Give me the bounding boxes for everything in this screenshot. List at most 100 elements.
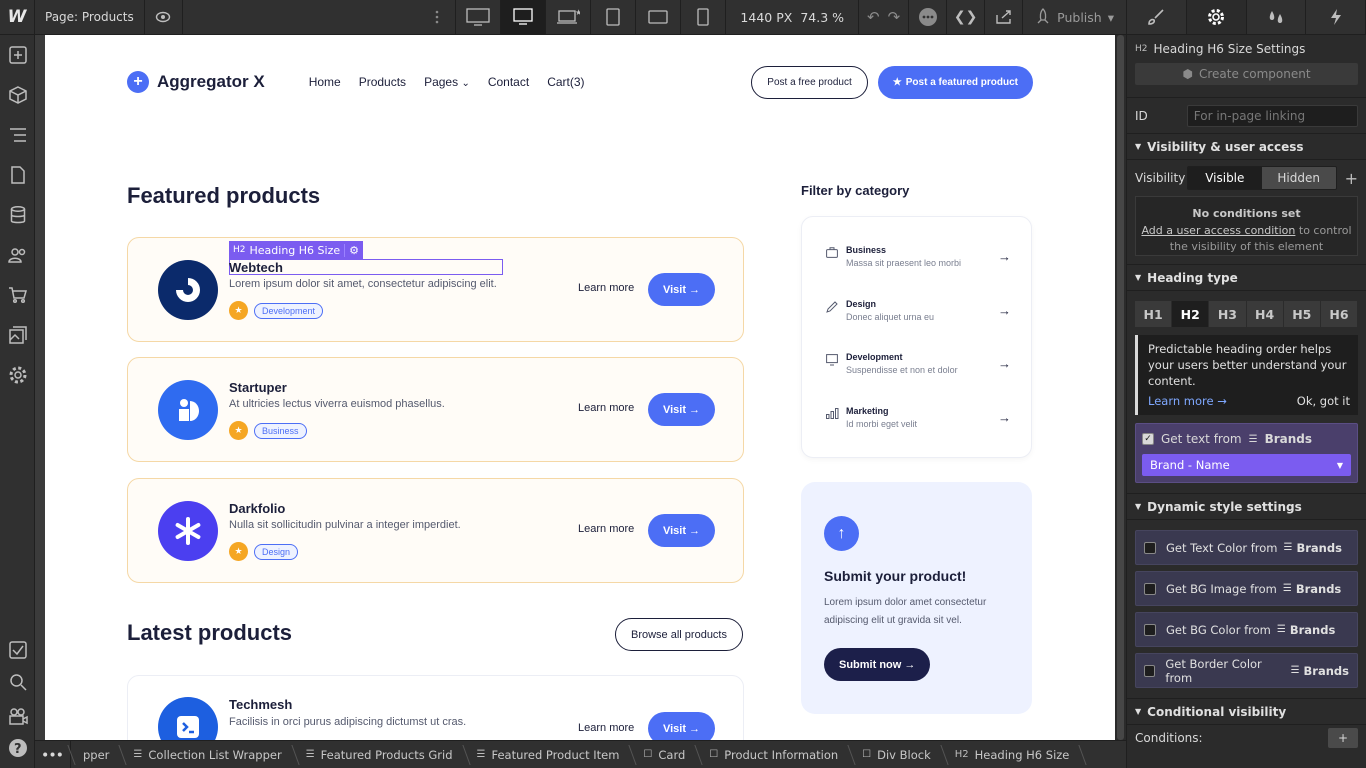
desktop-icon[interactable] bbox=[500, 0, 546, 35]
heading-h3[interactable]: H3 bbox=[1209, 301, 1247, 327]
extensions-icon[interactable] bbox=[908, 0, 946, 35]
featured-card[interactable]: H2 Heading H6 Size ⚙ Webtech Lorem ipsum… bbox=[127, 237, 744, 342]
heading-h4[interactable]: H4 bbox=[1246, 301, 1284, 327]
learn-more-link[interactable]: Learn more bbox=[578, 402, 634, 414]
canvas-scrollbar[interactable] bbox=[1115, 35, 1126, 740]
webflow-logo[interactable]: W bbox=[0, 0, 35, 35]
learn-more-link[interactable]: Learn more bbox=[578, 282, 634, 294]
help-icon[interactable]: ? bbox=[0, 728, 35, 768]
heading-h2[interactable]: H2 bbox=[1172, 301, 1210, 327]
breadcrumb-item[interactable]: ☰ Featured Product Item bbox=[465, 741, 632, 768]
add-condition-plus-icon[interactable]: + bbox=[1328, 728, 1358, 748]
category-item-development[interactable]: Development Suspendisse et non et dolor … bbox=[826, 352, 1011, 392]
category-item-marketing[interactable]: Marketing Id morbi eget velit → bbox=[826, 406, 1011, 446]
nav-products[interactable]: Products bbox=[359, 75, 406, 89]
visibility-section-header[interactable]: ▼ Visibility & user access bbox=[1127, 133, 1366, 160]
site-brand[interactable]: + Aggregator X bbox=[127, 71, 265, 93]
checkbox[interactable] bbox=[1144, 623, 1156, 636]
preview-eye-icon[interactable] bbox=[145, 0, 183, 35]
components-icon[interactable] bbox=[0, 75, 35, 115]
featured-card[interactable]: Darkfolio Nulla sit sollicitudin pulvina… bbox=[127, 478, 744, 583]
conditional-visibility-section-header[interactable]: ▼ Conditional visibility bbox=[1127, 698, 1366, 725]
publish-button[interactable]: Publish ▾ bbox=[1022, 0, 1126, 35]
breadcrumb-item[interactable]: ☐ Product Information bbox=[697, 741, 850, 768]
heading-h1[interactable]: H1 bbox=[1135, 301, 1173, 327]
undo-icon[interactable]: ↶ bbox=[867, 8, 880, 26]
cms-icon[interactable] bbox=[0, 195, 35, 235]
breadcrumb-item[interactable]: ☐ Card bbox=[631, 741, 697, 768]
visit-button[interactable]: Visit → bbox=[648, 514, 715, 547]
browse-all-button[interactable]: Browse all products bbox=[615, 618, 743, 651]
checkbox[interactable] bbox=[1144, 541, 1156, 554]
checkbox[interactable] bbox=[1144, 582, 1156, 595]
users-icon[interactable] bbox=[0, 235, 35, 275]
checkbox[interactable] bbox=[1144, 664, 1156, 677]
get-text-checkbox[interactable]: ✓ bbox=[1142, 433, 1154, 445]
settings-gear-icon[interactable] bbox=[0, 355, 35, 395]
card-title[interactable]: Webtech bbox=[229, 260, 283, 275]
breadcrumb-item[interactable]: H2 Heading H6 Size bbox=[943, 741, 1082, 768]
visible-option[interactable]: Visible bbox=[1187, 167, 1262, 189]
learn-more-link[interactable]: Learn more → bbox=[1148, 393, 1227, 409]
card-title[interactable]: Startuper bbox=[229, 380, 287, 395]
selection-label[interactable]: H2 Heading H6 Size ⚙ bbox=[229, 241, 363, 259]
visit-button[interactable]: Visit → bbox=[648, 273, 715, 306]
assets-icon[interactable] bbox=[0, 315, 35, 355]
nav-cart[interactable]: Cart(3) bbox=[547, 75, 584, 89]
desktop-large-icon[interactable] bbox=[455, 0, 500, 35]
page-selector[interactable]: Page: Products bbox=[35, 0, 145, 35]
id-input[interactable]: For in-page linking bbox=[1186, 104, 1358, 127]
gear-icon[interactable]: ⚙ bbox=[344, 243, 359, 257]
heading-h5[interactable]: H5 bbox=[1283, 301, 1321, 327]
add-condition-link[interactable]: Add a user access condition bbox=[1141, 224, 1295, 237]
redo-icon[interactable]: ↷ bbox=[888, 8, 901, 26]
breadcrumb-item[interactable]: pper bbox=[71, 741, 121, 768]
add-panel-icon[interactable] bbox=[0, 35, 35, 75]
category-tag[interactable]: Development bbox=[254, 302, 324, 319]
nav-home[interactable]: Home bbox=[309, 75, 341, 89]
hidden-option[interactable]: Hidden bbox=[1261, 167, 1336, 189]
dynamic-bg-image-row[interactable]: Get BG Image from ☰ Brands bbox=[1135, 571, 1358, 606]
settings-gear-icon[interactable] bbox=[1186, 0, 1247, 34]
card-title[interactable]: Darkfolio bbox=[229, 501, 285, 516]
style-manager-drops-icon[interactable] bbox=[1247, 0, 1307, 34]
interactions-bolt-icon[interactable] bbox=[1306, 0, 1366, 34]
dynamic-bg-color-row[interactable]: Get BG Color from ☰ Brands bbox=[1135, 612, 1358, 647]
tablet-icon[interactable] bbox=[590, 0, 635, 35]
style-brush-icon[interactable] bbox=[1127, 0, 1187, 34]
export-icon[interactable] bbox=[984, 0, 1022, 35]
dynamic-style-section-header[interactable]: ▼ Dynamic style settings bbox=[1127, 493, 1366, 520]
create-component-button[interactable]: ⬢ Create component bbox=[1135, 63, 1358, 85]
code-icon[interactable]: ❮❯ bbox=[946, 0, 984, 35]
submit-now-button[interactable]: Submit now → bbox=[824, 648, 931, 681]
post-featured-button[interactable]: ★ Post a featured product bbox=[877, 65, 1033, 99]
scrollbar-thumb[interactable] bbox=[1117, 35, 1124, 740]
dynamic-text-color-row[interactable]: Get Text Color from ☰ Brands bbox=[1135, 530, 1358, 565]
breadcrumb-item[interactable]: ☰ Featured Products Grid bbox=[294, 741, 465, 768]
post-free-button[interactable]: Post a free product bbox=[751, 65, 868, 99]
ecommerce-icon[interactable] bbox=[0, 275, 35, 315]
heading-h6[interactable]: H6 bbox=[1320, 301, 1359, 327]
learn-more-link[interactable]: Learn more bbox=[578, 523, 634, 535]
laptop-star-icon[interactable]: ★ bbox=[545, 0, 590, 35]
category-item-design[interactable]: Design Donec aliquet urna eu → bbox=[826, 299, 1011, 339]
breadcrumb-more-button[interactable]: ••• bbox=[35, 741, 71, 768]
card-title[interactable]: Techmesh bbox=[229, 697, 292, 712]
learn-more-link[interactable]: Learn more bbox=[578, 722, 634, 734]
mobile-icon[interactable] bbox=[680, 0, 725, 35]
category-tag[interactable]: Business bbox=[254, 422, 307, 439]
add-plus-icon[interactable]: + bbox=[1345, 169, 1358, 188]
more-options-icon[interactable] bbox=[419, 0, 455, 35]
navigator-icon[interactable] bbox=[0, 115, 35, 155]
dynamic-border-color-row[interactable]: Get Border Color from ☰ Brands bbox=[1135, 653, 1358, 688]
featured-card[interactable]: Startuper At ultricies lectus viverra eu… bbox=[127, 357, 744, 462]
latest-card[interactable]: Techmesh Facilisis in orci purus adipisc… bbox=[127, 675, 744, 740]
pages-icon[interactable] bbox=[0, 155, 35, 195]
category-item-business[interactable]: Business Massa sit praesent leo morbi → bbox=[826, 245, 1011, 285]
visit-button[interactable]: Visit → bbox=[648, 712, 715, 740]
category-tag[interactable]: Design bbox=[254, 543, 299, 560]
breadcrumb-item[interactable]: ☐ Div Block bbox=[850, 741, 943, 768]
ok-got-it-button[interactable]: Ok, got it bbox=[1297, 393, 1350, 409]
visit-button[interactable]: Visit → bbox=[648, 393, 715, 426]
brand-field-select[interactable]: Brand - Name ▼ bbox=[1142, 454, 1351, 476]
